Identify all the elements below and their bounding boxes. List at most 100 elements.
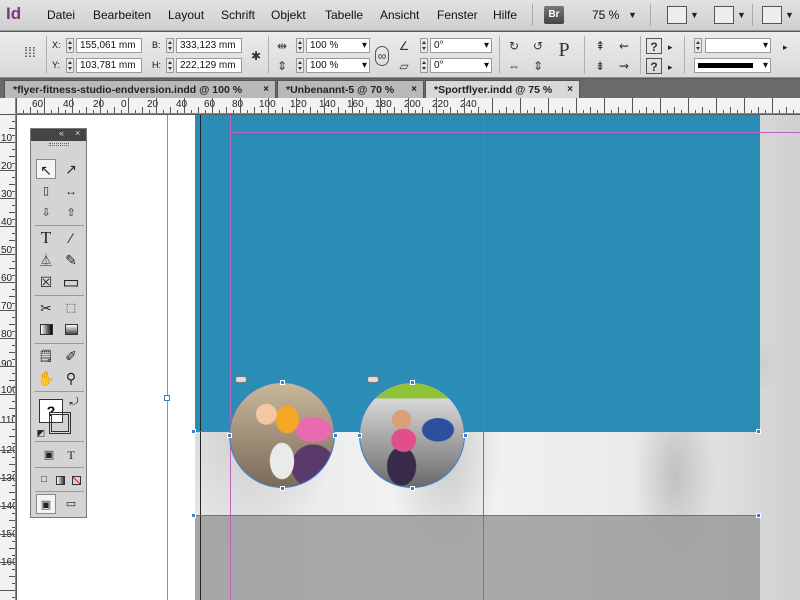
selection-handle[interactable] — [280, 486, 285, 491]
gap-tool-icon[interactable]: ↔ — [61, 181, 81, 201]
formatting-container-icon[interactable]: ▣ — [39, 445, 59, 465]
menu-hilfe[interactable]: Hilfe — [493, 8, 517, 22]
selection-handle[interactable] — [756, 429, 761, 434]
height-field[interactable]: 222,129 mm — [176, 58, 242, 73]
screen-mode-dropdown-icon[interactable]: ▼ — [737, 10, 746, 20]
selection-handle[interactable] — [463, 433, 468, 438]
selection-handle[interactable] — [756, 513, 761, 518]
close-icon[interactable]: × — [411, 81, 417, 98]
select-container-icon[interactable]: ⇞ — [592, 38, 608, 54]
link-badge-icon[interactable] — [235, 376, 247, 383]
zoom-tool-icon[interactable]: ⚲ — [61, 368, 81, 388]
menu-ansicht[interactable]: Ansicht — [380, 8, 419, 22]
menu-fenster[interactable]: Fenster — [437, 8, 478, 22]
stroke-weight-spinner[interactable] — [694, 38, 702, 53]
gradient-swatch-tool-icon[interactable] — [36, 320, 56, 340]
scissors-tool-icon[interactable]: ✂ — [36, 298, 56, 318]
shear-field[interactable]: 0° — [430, 58, 492, 73]
scale-y-field[interactable]: 100 % — [306, 58, 370, 73]
y-spinner[interactable] — [66, 58, 74, 73]
arrange-documents-dropdown-icon[interactable]: ▼ — [785, 10, 794, 20]
normal-view-mode-icon[interactable]: ▣ — [36, 494, 56, 514]
scale-x-field[interactable]: 100 % — [306, 38, 370, 53]
selection-handle[interactable] — [227, 433, 232, 438]
fill-dropdown-icon[interactable]: ▸ — [668, 42, 673, 53]
menu-schrift[interactable]: Schrift — [221, 8, 255, 22]
formatting-text-icon[interactable]: T — [61, 445, 81, 465]
x-spinner[interactable] — [66, 38, 74, 53]
flip-horizontal-icon[interactable]: ⇔ — [506, 58, 522, 74]
rectangle-tool-icon[interactable]: ▭ — [61, 272, 81, 292]
screen-mode-icon[interactable]: ▭ — [61, 494, 81, 514]
selection-handle[interactable] — [410, 486, 415, 491]
stroke-type-field[interactable] — [694, 58, 771, 73]
document-canvas[interactable] — [17, 115, 800, 600]
rotate-spinner[interactable] — [420, 38, 428, 53]
y-position-field[interactable]: 103,781 mm — [76, 58, 142, 73]
bridge-button[interactable]: Br — [544, 6, 564, 24]
view-options-icon[interactable] — [667, 6, 687, 24]
selection-handle[interactable] — [333, 433, 338, 438]
selection-handle[interactable] — [191, 513, 196, 518]
page-tool-icon[interactable]: ▯ — [36, 181, 56, 201]
content-placer-tool-icon[interactable]: ⇧ — [61, 203, 81, 223]
menu-tabelle[interactable]: Tabelle — [325, 8, 363, 22]
swap-fill-stroke-icon[interactable]: ⤾ — [67, 395, 81, 409]
zoom-level[interactable]: 75 % — [592, 8, 619, 22]
selection-handle[interactable] — [191, 429, 196, 434]
select-content-icon[interactable]: ⇟ — [592, 58, 608, 74]
tab-unbenannt-5[interactable]: *Unbenannt-5 @ 70 % × — [277, 80, 424, 98]
shear-spinner[interactable] — [420, 58, 428, 73]
horizontal-ruler[interactable]: 60 40 20 0 20 40 60 80 100 120 140 160 1… — [16, 98, 800, 114]
width-spinner[interactable] — [166, 38, 174, 53]
screen-mode-icon[interactable] — [714, 6, 734, 24]
grey-color-block[interactable] — [195, 515, 760, 600]
rotate-field[interactable]: 0° — [430, 38, 492, 53]
fitness-photo-circle-1[interactable] — [229, 382, 335, 488]
view-options-dropdown-icon[interactable]: ▼ — [690, 10, 699, 20]
vertical-ruler[interactable]: 10 20 30 40 50 60 70 80 90 100 110 120 1… — [0, 98, 16, 600]
default-fill-stroke-icon[interactable]: ◩ — [35, 427, 47, 439]
height-spinner[interactable] — [166, 58, 174, 73]
apply-none-icon[interactable] — [66, 470, 86, 490]
menu-layout[interactable]: Layout — [168, 8, 204, 22]
rotate-ccw-icon[interactable]: ↺ — [530, 38, 546, 54]
tools-panel-header[interactable]: « × — [31, 128, 86, 141]
line-tool-icon[interactable]: ∕ — [61, 228, 81, 248]
close-icon[interactable]: × — [263, 81, 269, 98]
rotate-cw-icon[interactable]: ↻ — [506, 38, 522, 54]
stroke-dropdown-icon[interactable]: ▸ — [668, 62, 673, 73]
direct-selection-tool-icon[interactable]: ↗ — [61, 159, 81, 179]
selection-handle[interactable] — [357, 433, 362, 438]
fitness-photo-circle-2[interactable] — [359, 382, 465, 488]
width-field[interactable]: 333,123 mm — [176, 38, 242, 53]
stroke-swatch-icon[interactable] — [49, 412, 71, 434]
fill-help-icon[interactable]: ? — [646, 38, 662, 54]
menu-objekt[interactable]: Objekt — [271, 8, 306, 22]
link-scale-icon[interactable]: ∞ — [375, 46, 389, 66]
selection-handle[interactable] — [164, 395, 170, 401]
pencil-tool-icon[interactable]: ✎ — [61, 250, 81, 270]
type-tool-icon[interactable]: T — [36, 228, 56, 248]
pen-tool-icon[interactable]: ⏅ — [36, 250, 56, 270]
selection-handle[interactable] — [280, 380, 285, 385]
tab-sportflyer[interactable]: *Sportflyer.indd @ 75 % × — [425, 80, 580, 98]
menu-bearbeiten[interactable]: Bearbeiten — [93, 8, 151, 22]
x-position-field[interactable]: 155,061 mm — [76, 38, 142, 53]
link-badge-icon[interactable] — [367, 376, 379, 383]
zoom-dropdown-icon[interactable]: ▼ — [628, 10, 637, 20]
collapse-icon[interactable]: « — [59, 128, 64, 138]
stroke-help-icon[interactable]: ? — [646, 58, 662, 74]
eyedropper-tool-icon[interactable]: ✐ — [61, 346, 81, 366]
scale-y-spinner[interactable] — [296, 58, 304, 73]
note-tool-icon[interactable]: 🗒 — [36, 346, 56, 366]
arrange-documents-icon[interactable] — [762, 6, 782, 24]
rectangle-frame-tool-icon[interactable]: ☒ — [36, 272, 56, 292]
select-previous-icon[interactable]: ⇜ — [616, 38, 632, 54]
reference-point-icon[interactable]: ⁞⁞⁞ — [22, 44, 38, 60]
scale-x-spinner[interactable] — [296, 38, 304, 53]
hand-tool-icon[interactable]: ✋ — [36, 368, 56, 388]
menu-datei[interactable]: Datei — [47, 8, 75, 22]
selection-handle[interactable] — [410, 380, 415, 385]
close-icon[interactable]: × — [75, 128, 80, 138]
